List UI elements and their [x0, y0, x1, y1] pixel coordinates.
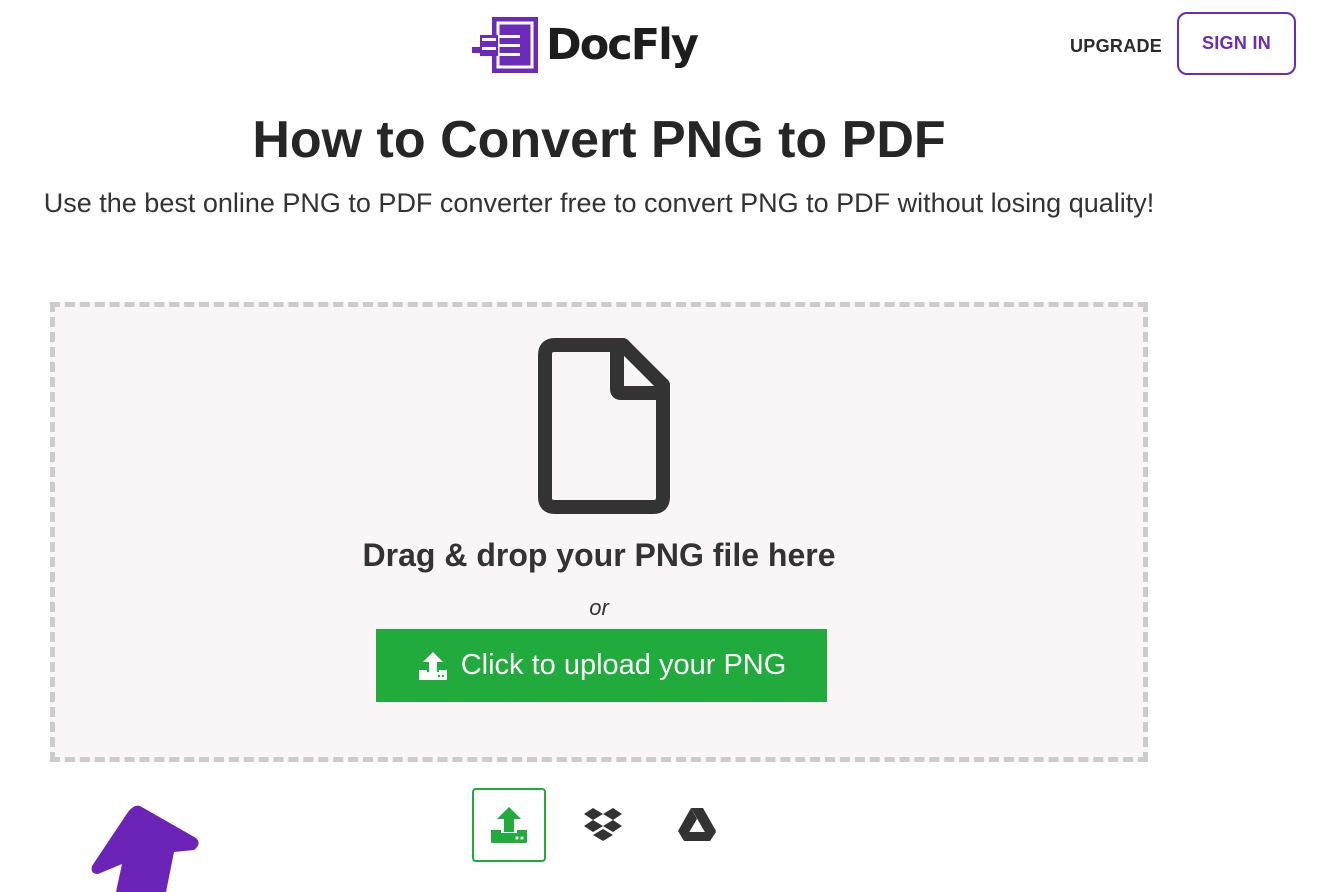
logo[interactable]: DocFly [472, 16, 699, 74]
docfly-logo-icon [472, 17, 538, 73]
sign-in-button[interactable]: SIGN IN [1177, 12, 1296, 75]
page-subtitle: Use the best online PNG to PDF converter… [43, 188, 1155, 218]
upload-button-label: Click to upload your PNG [460, 649, 787, 681]
upgrade-link[interactable]: UPGRADE [1070, 36, 1162, 57]
dropbox-icon [584, 808, 622, 841]
source-google-drive-button[interactable] [660, 788, 734, 862]
or-separator: or [589, 595, 609, 620]
upload-icon [418, 651, 447, 680]
upload-source-options [472, 788, 734, 862]
upload-icon [491, 807, 527, 843]
source-device-button[interactable] [472, 788, 546, 862]
decorative-arrow-icon [91, 805, 199, 892]
logo-text: DocFly [546, 19, 699, 70]
drop-instruction: Drag & drop your PNG file here [362, 537, 836, 573]
page-title: How to Convert PNG to PDF [252, 111, 946, 169]
upload-button[interactable]: Click to upload your PNG [376, 629, 827, 702]
file-icon [538, 338, 670, 514]
source-dropbox-button[interactable] [566, 788, 640, 862]
google-drive-icon [678, 808, 716, 841]
file-dropzone[interactable]: Drag & drop your PNG file here or Click … [50, 302, 1148, 762]
